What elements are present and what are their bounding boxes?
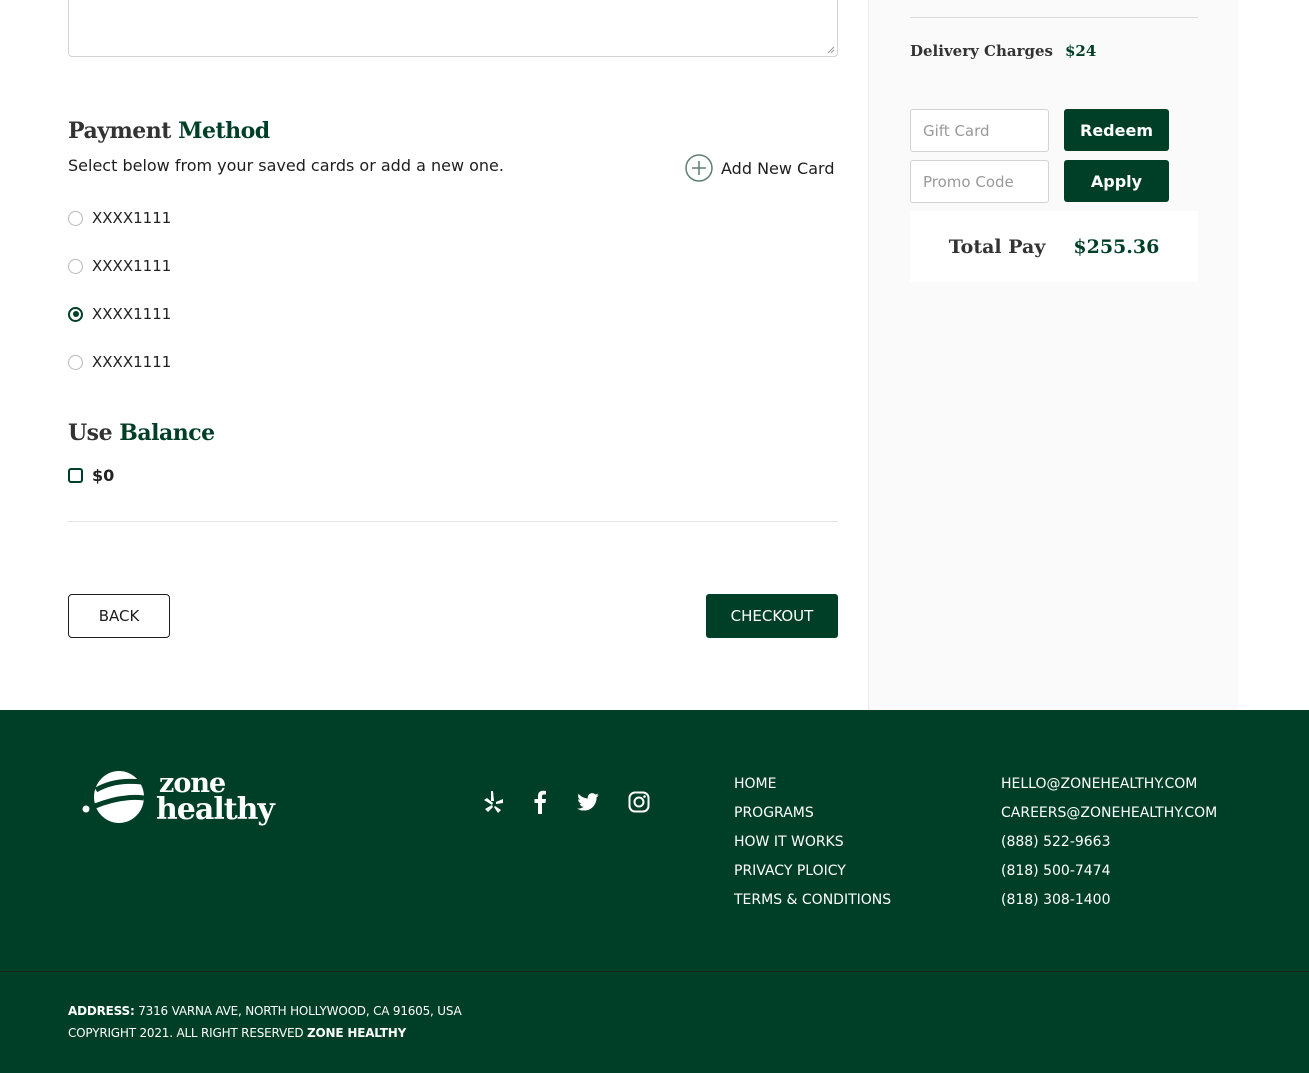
add-new-card-label: Add New Card <box>721 158 835 178</box>
card-number: XXXX1111 <box>92 305 172 323</box>
footer-link-programs[interactable]: PROGRAMS <box>734 805 891 834</box>
card-radio[interactable] <box>68 354 83 370</box>
card-radio[interactable] <box>68 210 83 226</box>
saved-card-option[interactable]: XXXX1111 <box>68 353 171 371</box>
footer-contacts: HELLO@ZONEHEALTHY.COM CAREERS@ZONEHEALTH… <box>1001 776 1217 921</box>
footer-link-terms[interactable]: TERMS & CONDITIONS <box>734 892 891 921</box>
logo-wordmark: zone healthy <box>156 768 275 827</box>
footer-link-privacy-policy[interactable]: PRIVACY PLOICY <box>734 863 891 892</box>
order-summary-sidebar: Delivery Charges $24 Redeem Apply Total … <box>868 0 1238 710</box>
plus-circle-icon <box>685 154 713 182</box>
use-balance-option[interactable]: $0 <box>68 466 114 485</box>
footer-link-how-it-works[interactable]: HOW IT WORKS <box>734 834 891 863</box>
resize-grip-icon[interactable] <box>827 46 835 54</box>
instagram-icon[interactable] <box>625 788 653 816</box>
apply-button[interactable]: Apply <box>1064 160 1169 202</box>
card-radio[interactable] <box>68 258 83 274</box>
total-pay-box: Total Pay $255.36 <box>910 211 1198 282</box>
checkout-main: Payment Method Select below from your sa… <box>0 0 1309 710</box>
footer-copyright: COPYRIGHT 2021. ALL RIGHT RESERVED ZONE … <box>68 1026 407 1040</box>
card-number: XXXX1111 <box>92 353 172 371</box>
section-divider <box>68 521 838 522</box>
yelp-icon[interactable] <box>479 788 507 816</box>
delivery-charges-label: Delivery Charges <box>910 42 1053 60</box>
back-button[interactable]: BACK <box>68 594 170 638</box>
payment-method-title: Payment Method <box>68 118 270 144</box>
balance-amount: $0 <box>92 466 115 485</box>
footer-address: ADDRESS: 7316 VARNA AVE, NORTH HOLLYWOOD… <box>68 1004 462 1018</box>
footer-nav: HOME PROGRAMS HOW IT WORKS PRIVACY PLOIC… <box>734 776 891 921</box>
footer-divider <box>0 971 1309 972</box>
checkout-button[interactable]: CHECKOUT <box>706 594 838 638</box>
card-number: XXXX1111 <box>92 257 172 275</box>
summary-divider <box>910 17 1198 18</box>
promo-code-input[interactable] <box>910 160 1049 203</box>
card-radio-selected[interactable] <box>68 306 83 322</box>
delivery-charges: Delivery Charges $24 <box>910 42 1096 60</box>
saved-card-option[interactable]: XXXX1111 <box>68 305 171 323</box>
contact-email-hello[interactable]: HELLO@ZONEHEALTHY.COM <box>1001 776 1217 805</box>
saved-card-option[interactable]: XXXX1111 <box>68 257 171 275</box>
add-new-card-button[interactable]: Add New Card <box>685 154 834 182</box>
contact-phone[interactable]: (818) 308-1400 <box>1001 892 1217 921</box>
footer-link-home[interactable]: HOME <box>734 776 891 805</box>
notes-textarea[interactable] <box>68 0 838 57</box>
contact-email-careers[interactable]: CAREERS@ZONEHEALTHY.COM <box>1001 805 1217 834</box>
twitter-icon[interactable] <box>574 788 602 816</box>
site-footer: zone healthy HOME PROGRAMS HOW IT WORKS … <box>0 710 1309 1073</box>
total-pay-label: Total Pay <box>948 235 1046 258</box>
contact-phone[interactable]: (888) 522-9663 <box>1001 834 1217 863</box>
card-number: XXXX1111 <box>92 209 172 227</box>
facebook-icon[interactable] <box>526 788 554 816</box>
payment-method-subtitle: Select below from your saved cards or ad… <box>68 156 504 175</box>
use-balance-checkbox[interactable] <box>68 468 83 483</box>
use-balance-title: Use Balance <box>68 420 215 446</box>
delivery-charges-amount: $24 <box>1065 42 1097 60</box>
redeem-button[interactable]: Redeem <box>1064 109 1169 151</box>
gift-card-input[interactable] <box>910 109 1049 152</box>
total-pay-amount: $255.36 <box>1073 235 1160 258</box>
zone-healthy-logo[interactable]: zone healthy <box>82 768 275 827</box>
logo-mark-icon <box>82 771 145 823</box>
saved-card-option[interactable]: XXXX1111 <box>68 209 171 227</box>
contact-phone[interactable]: (818) 500-7474 <box>1001 863 1217 892</box>
